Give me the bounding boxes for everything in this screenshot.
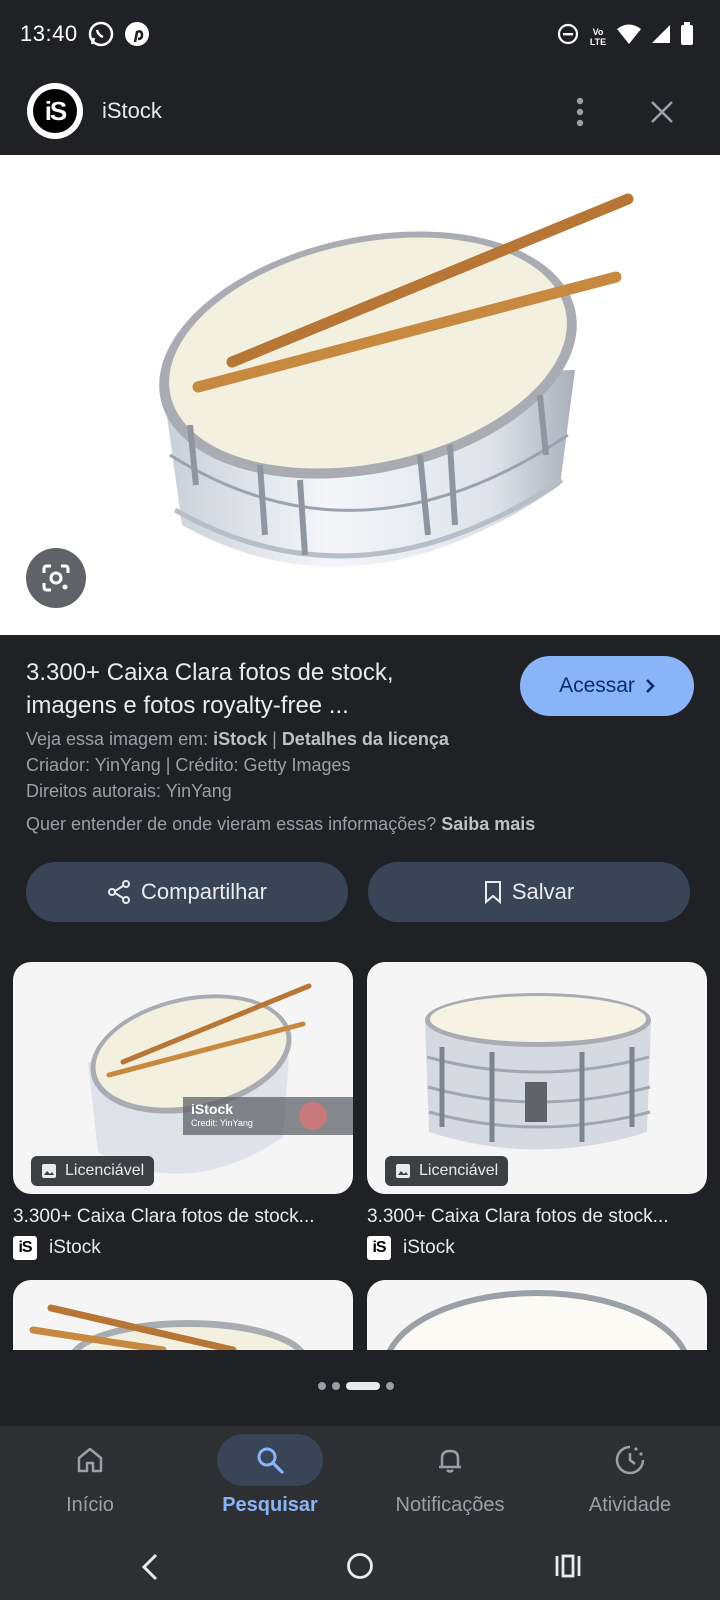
search-icon xyxy=(257,1447,284,1474)
nav-notifications-label: Notificações xyxy=(395,1494,505,1516)
page-dot-active xyxy=(346,1382,380,1390)
visit-button[interactable]: Acessar xyxy=(520,656,694,716)
more-options-button[interactable] xyxy=(560,90,600,134)
nav-search[interactable]: Pesquisar xyxy=(180,1426,360,1538)
close-icon xyxy=(651,101,673,123)
whatsapp-icon xyxy=(88,21,114,47)
save-label: Salvar xyxy=(511,879,575,904)
related-image-thumbnail[interactable] xyxy=(13,1280,353,1350)
result-header: iS iStock xyxy=(0,70,720,155)
chevron-right-icon xyxy=(646,679,655,693)
signal-icon xyxy=(650,23,672,50)
system-navigation-bar xyxy=(0,1538,720,1600)
related-title[interactable]: 3.300+ Caixa Clara fotos de stock... xyxy=(367,1206,707,1228)
battery-icon xyxy=(680,22,694,51)
nav-activity-label: Atividade xyxy=(588,1494,672,1516)
istock-logo[interactable]: iS xyxy=(27,83,83,139)
related-source[interactable]: iS iStock xyxy=(367,1236,707,1260)
learn-more-link[interactable]: Saiba mais xyxy=(441,814,535,834)
related-image-thumbnail[interactable]: iStock Credit: YinYang Licenciável xyxy=(13,962,353,1194)
lens-search-button[interactable] xyxy=(26,548,86,608)
istock-mini-logo: iS xyxy=(13,1236,37,1260)
home-circle-icon xyxy=(347,1553,373,1579)
status-bar: 13:40 Vo LTE xyxy=(0,0,720,70)
image-icon xyxy=(42,1164,56,1178)
home-icon xyxy=(77,1447,103,1473)
related-title[interactable]: 3.300+ Caixa Clara fotos de stock... xyxy=(13,1206,353,1228)
wifi-icon xyxy=(616,23,642,50)
back-button[interactable] xyxy=(140,1552,160,1587)
license-badge: Licenciável xyxy=(31,1156,155,1186)
activity-icon xyxy=(615,1445,645,1475)
share-icon xyxy=(108,880,131,904)
drum-head-thumbnail xyxy=(386,1290,688,1350)
nav-notifications[interactable]: Notificações xyxy=(360,1426,540,1538)
dnd-icon xyxy=(556,22,580,51)
related-source[interactable]: iS iStock xyxy=(13,1236,353,1260)
related-image-card[interactable]: iStock Credit: YinYang Licenciável 3.300… xyxy=(13,962,353,1260)
result-title[interactable]: 3.300+ Caixa Clara fotos de stock, image… xyxy=(26,656,486,722)
close-button[interactable] xyxy=(640,90,684,134)
istock-logo-text: iS xyxy=(33,89,77,133)
watermark-credit: Credit: YinYang xyxy=(191,1118,253,1128)
visit-label: Acessar xyxy=(559,674,635,697)
recents-icon xyxy=(555,1554,581,1578)
page-dot xyxy=(332,1382,340,1390)
google-lens-icon xyxy=(42,564,70,592)
source-line: Veja essa imagem em: iStock | Detalhes d… xyxy=(26,729,449,749)
info-question: Quer entender de onde vieram essas infor… xyxy=(26,814,536,834)
watermark-title: iStock xyxy=(191,1101,234,1117)
status-time: 13:40 xyxy=(20,21,78,46)
bell-icon xyxy=(439,1449,461,1473)
result-info: 3.300+ Caixa Clara fotos de stock, image… xyxy=(26,656,694,837)
drumsticks-thumbnail xyxy=(29,1304,305,1350)
nav-home[interactable]: Início xyxy=(0,1426,180,1538)
pagination-dots xyxy=(318,1382,394,1390)
related-image-thumbnail[interactable] xyxy=(367,1280,707,1350)
recents-button[interactable] xyxy=(554,1552,582,1585)
source-link[interactable]: iStock xyxy=(213,729,267,749)
license-details-link[interactable]: Detalhes da licença xyxy=(282,729,449,749)
share-button[interactable]: Compartilhar xyxy=(26,862,348,922)
copyright-line: Direitos autorais: YinYang xyxy=(26,781,232,801)
bottom-navigation: Início Pesquisar Notificações Atividade xyxy=(0,1426,720,1538)
nav-activity[interactable]: Atividade xyxy=(540,1426,720,1538)
site-name[interactable]: iStock xyxy=(102,98,162,124)
home-system-button[interactable] xyxy=(346,1552,374,1585)
pinterest-icon xyxy=(124,21,150,47)
back-icon xyxy=(141,1553,158,1581)
nav-search-label: Pesquisar xyxy=(222,1494,318,1516)
image-icon xyxy=(396,1164,410,1178)
license-badge: Licenciável xyxy=(385,1156,509,1186)
main-image[interactable] xyxy=(0,155,720,635)
save-button[interactable]: Salvar xyxy=(368,862,690,922)
bookmark-icon xyxy=(484,881,501,904)
related-image-thumbnail[interactable]: Licenciável xyxy=(367,962,707,1194)
related-image-card[interactable]: Licenciável 3.300+ Caixa Clara fotos de … xyxy=(367,962,707,1260)
creator-line: Criador: YinYang | Crédito: Getty Images xyxy=(26,755,351,775)
share-label: Compartilhar xyxy=(141,879,267,904)
page-dot xyxy=(386,1382,394,1390)
nav-home-label: Início xyxy=(66,1494,114,1516)
more-vert-icon xyxy=(576,97,584,127)
istock-mini-logo: iS xyxy=(367,1236,391,1260)
snare-drum-illustration xyxy=(159,193,634,567)
page-dot xyxy=(318,1382,326,1390)
volte-icon: Vo LTE xyxy=(589,26,607,47)
